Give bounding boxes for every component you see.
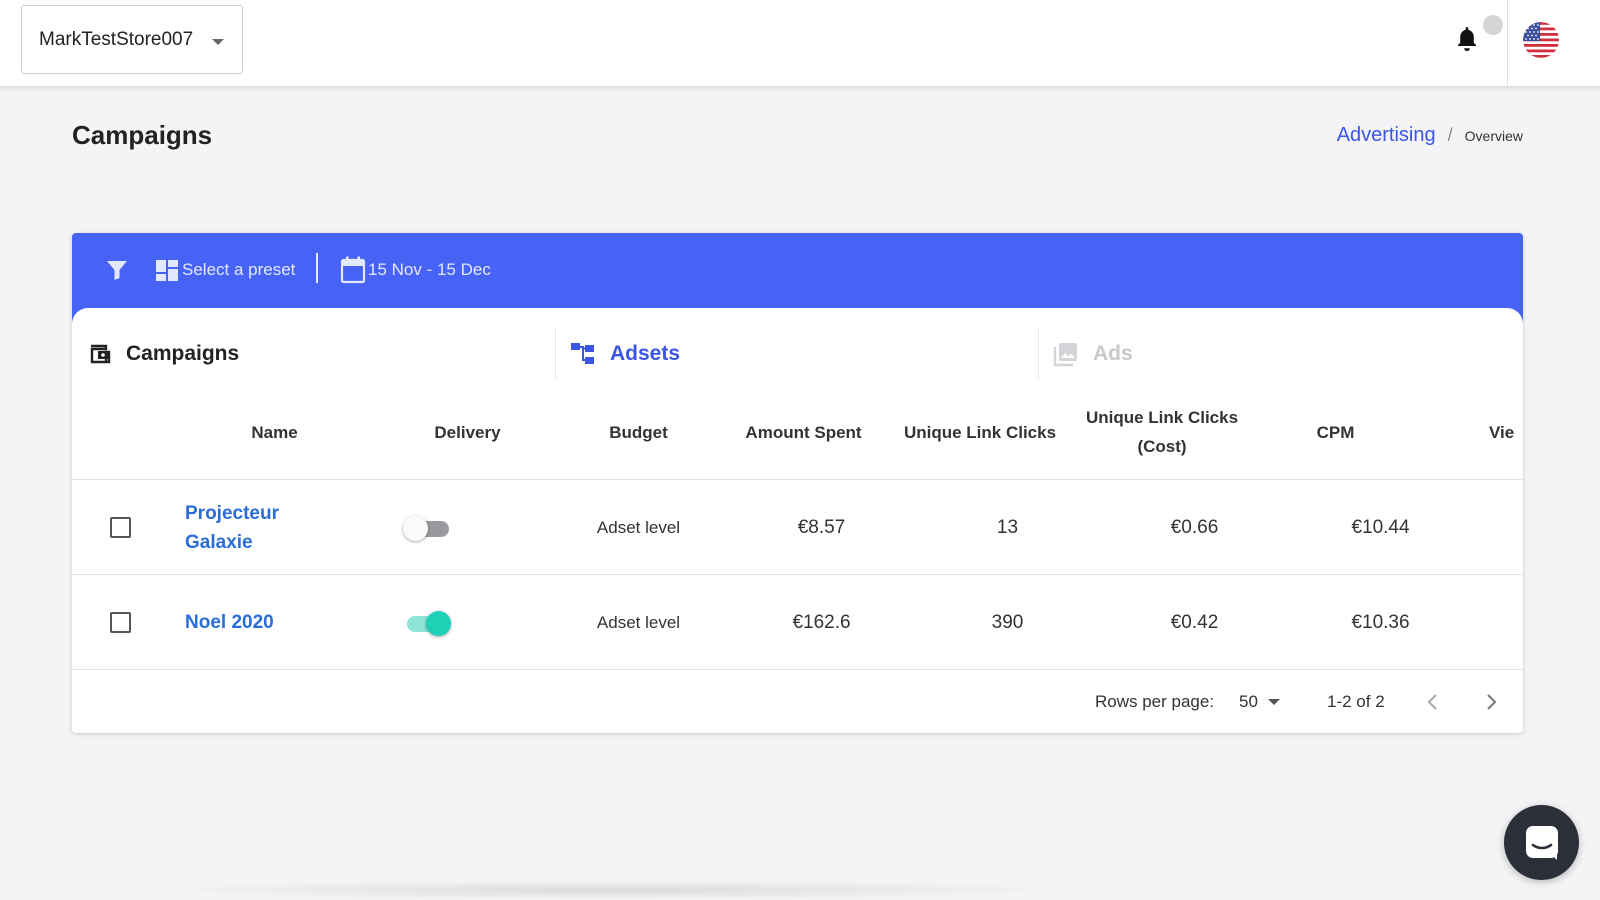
tab-ads-label: Ads bbox=[1093, 341, 1133, 365]
rows-per-page-value: 50 bbox=[1239, 691, 1258, 711]
previous-page-button[interactable] bbox=[1418, 688, 1446, 716]
table-row: Noel 2020 Adset level €162.6 390 €0.42 €… bbox=[72, 575, 1523, 670]
campaign-name-link[interactable]: Noel 2020 bbox=[185, 575, 345, 670]
column-header-unique-link-clicks-cost[interactable]: Unique Link Clicks (Cost) bbox=[1084, 384, 1240, 480]
chevron-down-icon bbox=[1267, 698, 1280, 705]
row-checkbox[interactable] bbox=[109, 612, 131, 633]
table-header: Name Delivery Budget Amount Spent Unique… bbox=[72, 384, 1523, 480]
notification-indicator bbox=[1483, 15, 1503, 35]
tab-ads[interactable]: Ads bbox=[1038, 328, 1523, 379]
topbar-divider bbox=[1507, 0, 1508, 86]
column-header-views[interactable]: Vie bbox=[1489, 384, 1523, 480]
chat-launcher-button[interactable] bbox=[1504, 805, 1579, 880]
tab-adsets-label: Adsets bbox=[610, 341, 681, 365]
image-icon bbox=[1053, 342, 1077, 366]
level-tabs: Campaigns Adsets Ads bbox=[72, 308, 1523, 384]
store-name: MarkTestStore007 bbox=[39, 28, 194, 50]
bell-icon[interactable] bbox=[1455, 26, 1479, 52]
calendar-icon bbox=[340, 256, 366, 284]
unique-link-clicks-cell: 390 bbox=[991, 611, 1024, 633]
page-title: Campaigns bbox=[72, 120, 213, 150]
rows-per-page-select[interactable]: 50 bbox=[1239, 670, 1280, 733]
unique-link-clicks-cost-cell: €0.42 bbox=[1170, 611, 1219, 633]
cpm-cell: €10.36 bbox=[1351, 611, 1410, 633]
breadcrumb-advertising-link[interactable]: Advertising bbox=[1337, 124, 1436, 147]
toolbar-divider bbox=[316, 253, 318, 283]
dashboard-grid-icon bbox=[156, 260, 178, 281]
unique-link-clicks-cell: 13 bbox=[996, 516, 1019, 538]
rows-per-page-label: Rows per page: bbox=[1095, 691, 1215, 711]
amount-spent-cell: €8.57 bbox=[797, 516, 846, 538]
next-page-button[interactable] bbox=[1478, 688, 1506, 716]
column-header-amount-spent[interactable]: Amount Spent bbox=[721, 384, 886, 480]
column-header-name[interactable]: Name bbox=[192, 384, 357, 480]
chevron-right-icon bbox=[1487, 694, 1497, 710]
table-pagination: Rows per page: 50 1-2 of 2 bbox=[72, 670, 1523, 733]
us-flag-icon[interactable] bbox=[1523, 22, 1559, 58]
store-selector[interactable]: MarkTestStore007 bbox=[21, 5, 243, 74]
chat-icon bbox=[1525, 825, 1558, 860]
cpm-cell: €10.44 bbox=[1351, 516, 1410, 538]
breadcrumb-current: Overview bbox=[1464, 128, 1523, 144]
campaigns-card: Select a preset 15 Nov - 15 Dec Campaign… bbox=[72, 233, 1523, 733]
row-checkbox-cell bbox=[100, 575, 140, 670]
unique-link-clicks-cost-cell: €0.66 bbox=[1170, 516, 1219, 538]
column-header-cpm[interactable]: CPM bbox=[1253, 384, 1418, 480]
breadcrumb-separator: / bbox=[1447, 125, 1453, 145]
breadcrumb: Advertising / Overview bbox=[1337, 124, 1523, 147]
budget-cell: Adset level bbox=[596, 612, 681, 632]
preset-label: Select a preset bbox=[182, 260, 296, 279]
date-range-label: 15 Nov - 15 Dec bbox=[368, 260, 491, 279]
campaign-name-link[interactable]: Projecteur Galaxie bbox=[185, 480, 345, 575]
delivery-toggle[interactable] bbox=[403, 610, 451, 636]
delivery-toggle[interactable] bbox=[403, 515, 451, 541]
chevron-left-icon bbox=[1427, 694, 1437, 710]
column-header-budget[interactable]: Budget bbox=[556, 384, 721, 480]
tab-campaigns[interactable]: Campaigns bbox=[72, 328, 555, 379]
tab-adsets[interactable]: Adsets bbox=[555, 328, 1038, 379]
table-row: Projecteur Galaxie Adset level €8.57 13 … bbox=[72, 480, 1523, 575]
budget-cell: Adset level bbox=[596, 517, 681, 537]
date-range-picker[interactable]: 15 Nov - 15 Dec bbox=[340, 253, 491, 287]
preset-selector[interactable]: Select a preset bbox=[154, 253, 295, 287]
top-bar: MarkTestStore007 bbox=[0, 0, 1600, 86]
filter-icon bbox=[107, 261, 127, 280]
delivery-cell bbox=[382, 480, 472, 575]
amount-spent-cell: €162.6 bbox=[792, 611, 851, 633]
bottom-shadow bbox=[140, 880, 1080, 900]
row-checkbox-cell bbox=[100, 480, 140, 575]
row-checkbox[interactable] bbox=[109, 517, 131, 538]
column-header-delivery[interactable]: Delivery bbox=[385, 384, 550, 480]
hierarchy-icon bbox=[571, 342, 594, 364]
delivery-cell bbox=[382, 575, 472, 670]
filter-button[interactable] bbox=[106, 253, 128, 287]
wallet-icon bbox=[90, 344, 111, 363]
chevron-down-icon bbox=[212, 39, 224, 45]
tab-campaigns-label: Campaigns bbox=[126, 341, 240, 365]
column-header-unique-link-clicks[interactable]: Unique Link Clicks bbox=[891, 384, 1069, 480]
pagination-range: 1-2 of 2 bbox=[1327, 691, 1385, 711]
